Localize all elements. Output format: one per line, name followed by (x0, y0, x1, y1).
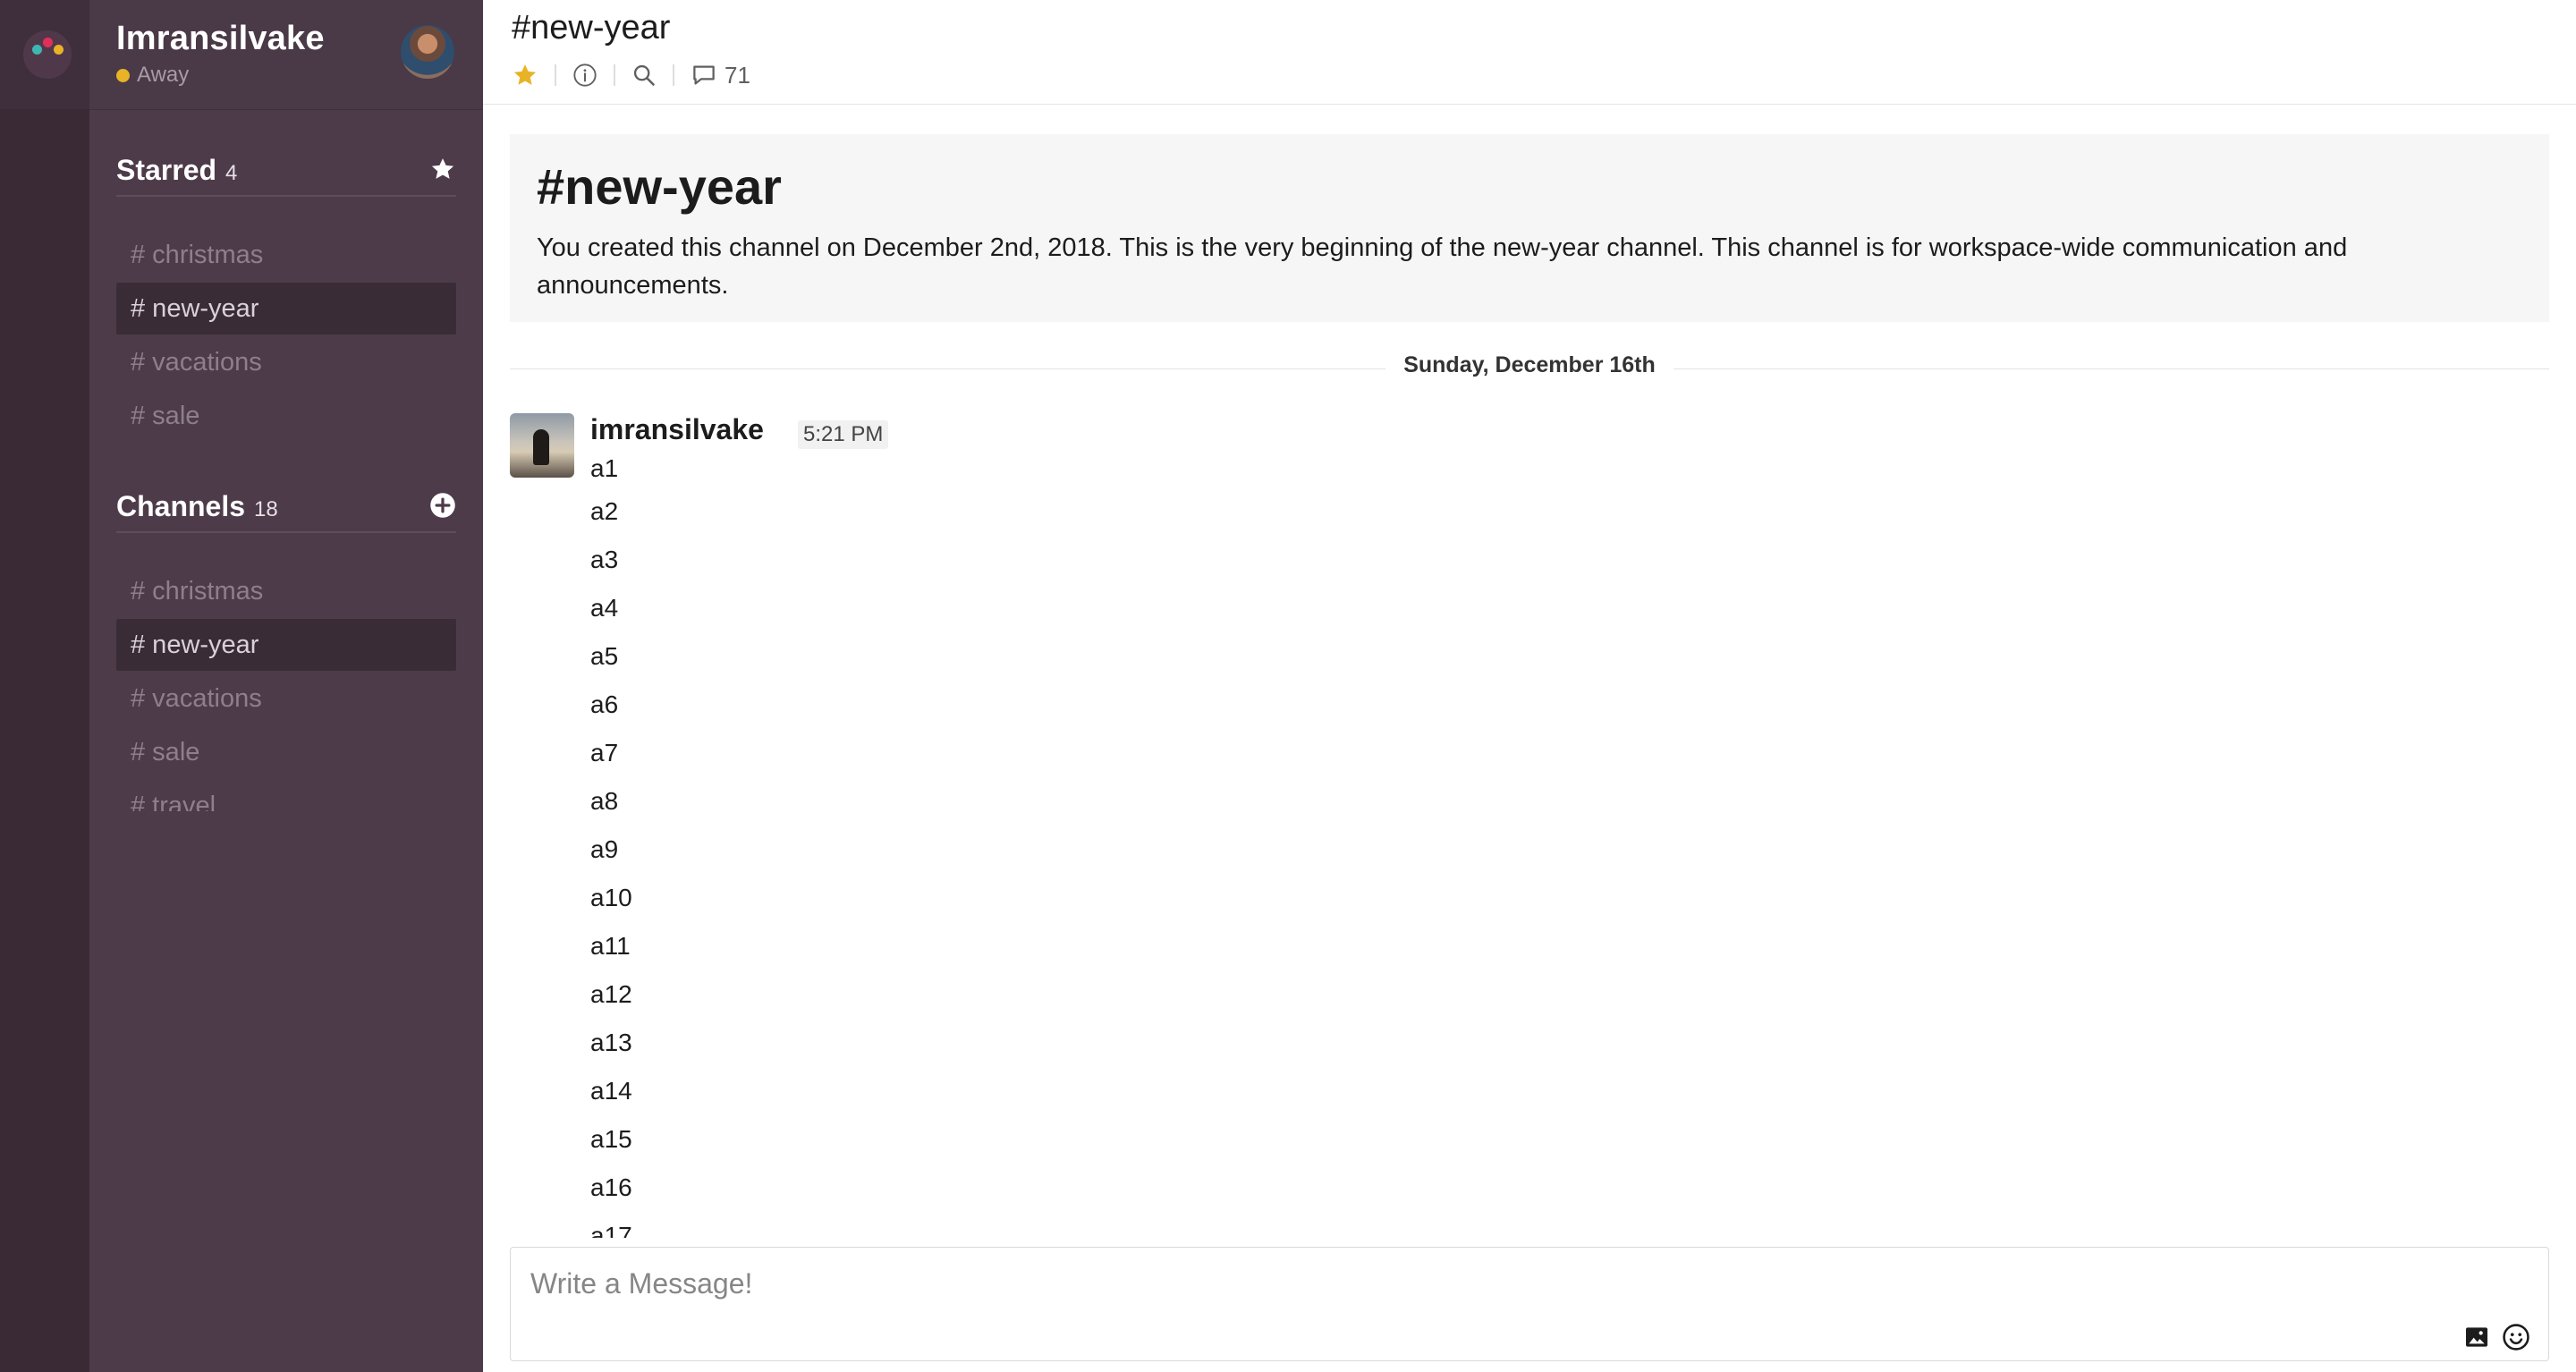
message-line: a17 (590, 1222, 632, 1238)
starred-label: Starred (116, 154, 217, 186)
sidebar: Imransilvake Away Starred 4 # christmas #… (89, 0, 483, 1372)
channels-count: 18 (254, 497, 278, 521)
user-avatar[interactable] (401, 25, 454, 79)
avatar-figure (533, 429, 549, 465)
message-composer[interactable]: Write a Message! (510, 1247, 2549, 1361)
message-line: a15 (590, 1125, 632, 1153)
image-upload-icon[interactable] (2461, 1321, 2493, 1353)
message-line: a7 (590, 739, 619, 766)
channels-label: Channels (116, 490, 246, 522)
message-author[interactable]: imransilvake (590, 413, 764, 446)
channel-item-christmas[interactable]: # christmas (116, 565, 456, 617)
messages-count-button[interactable]: 71 (691, 59, 750, 91)
message-line: a11 (590, 932, 631, 960)
channel-header: #new-year 71 (483, 0, 2576, 105)
workspace-name[interactable]: Imransilvake (116, 20, 325, 58)
channel-item-sale[interactable]: # sale (116, 726, 456, 778)
composer-placeholder: Write a Message! (530, 1267, 753, 1300)
message-line: a8 (590, 787, 619, 815)
add-circle-icon[interactable] (429, 492, 456, 519)
star-channel-icon[interactable] (512, 59, 538, 91)
presence-status[interactable]: Away (116, 63, 189, 88)
starred-title: Starred 4 (116, 154, 237, 187)
starred-item-new-year[interactable]: # new-year (116, 283, 456, 335)
author-avatar[interactable] (510, 413, 574, 478)
emoji-icon[interactable] (2500, 1321, 2532, 1353)
starred-section-header: Starred 4 (116, 154, 456, 197)
message-line: a6 (590, 690, 619, 718)
message-body: a1 a2 a3 a4 a5 a6 a7 a8 a9 a10 a11 a12 a… (590, 453, 632, 1238)
message-line: a2 (590, 497, 619, 525)
starred-count: 4 (225, 161, 238, 185)
starred-item-vacations[interactable]: # vacations (116, 336, 456, 388)
channel-item-new-year[interactable]: # new-year (116, 619, 456, 671)
starred-channel-list: # christmas # new-year # vacations # sal… (116, 229, 456, 444)
message-line: a16 (590, 1173, 632, 1201)
toolbar-divider (614, 64, 615, 86)
starred-item-sale[interactable]: # sale (116, 390, 456, 442)
message-line: a13 (590, 1029, 632, 1056)
channel-title: #new-year (512, 9, 671, 47)
message-line: a10 (590, 884, 632, 911)
message-list: imransilvake 5:21 PM a1 a2 a3 a4 a5 a6 a… (510, 413, 2549, 1238)
channel-item-travel[interactable]: # travel (116, 780, 456, 811)
message-count: 71 (724, 61, 750, 89)
channel-intro: #new-year You created this channel on De… (510, 134, 2549, 322)
star-icon[interactable] (429, 156, 456, 182)
message-line: a3 (590, 546, 619, 573)
away-status-icon (116, 68, 130, 82)
message-line: a14 (590, 1077, 632, 1105)
channels-title: Channels 18 (116, 490, 278, 523)
day-divider: Sunday, December 16th (510, 351, 2549, 386)
channels-section-header: Channels 18 (116, 490, 456, 533)
starred-item-christmas[interactable]: # christmas (116, 229, 456, 281)
channel-toolbar: 71 (512, 57, 750, 93)
rail-header (0, 0, 89, 109)
workspace-header: Imransilvake Away (89, 0, 483, 110)
message-line: a9 (590, 835, 619, 863)
channel-item-vacations[interactable]: # vacations (116, 673, 456, 724)
app-logo-icon[interactable] (23, 30, 72, 79)
comment-icon (693, 65, 715, 85)
channel-list: # christmas # new-year # vacations # sal… (116, 565, 456, 811)
toolbar-divider (673, 64, 674, 86)
toolbar-divider (555, 64, 556, 86)
presence-label: Away (137, 63, 190, 87)
intro-text: You created this channel on December 2nd… (537, 233, 2348, 300)
message-line: a5 (590, 642, 619, 670)
message-line: a12 (590, 980, 632, 1008)
main-panel: #new-year 71 #new-year You created this … (483, 0, 2576, 1372)
day-divider-label: Sunday, December 16th (1385, 352, 1674, 378)
message-line: a4 (590, 594, 619, 622)
intro-title: #new-year (537, 158, 782, 215)
info-icon[interactable] (572, 59, 597, 91)
team-rail (0, 0, 89, 1372)
message-timestamp: 5:21 PM (798, 420, 889, 449)
search-icon[interactable] (631, 59, 657, 91)
message-line: a1 (590, 454, 619, 482)
